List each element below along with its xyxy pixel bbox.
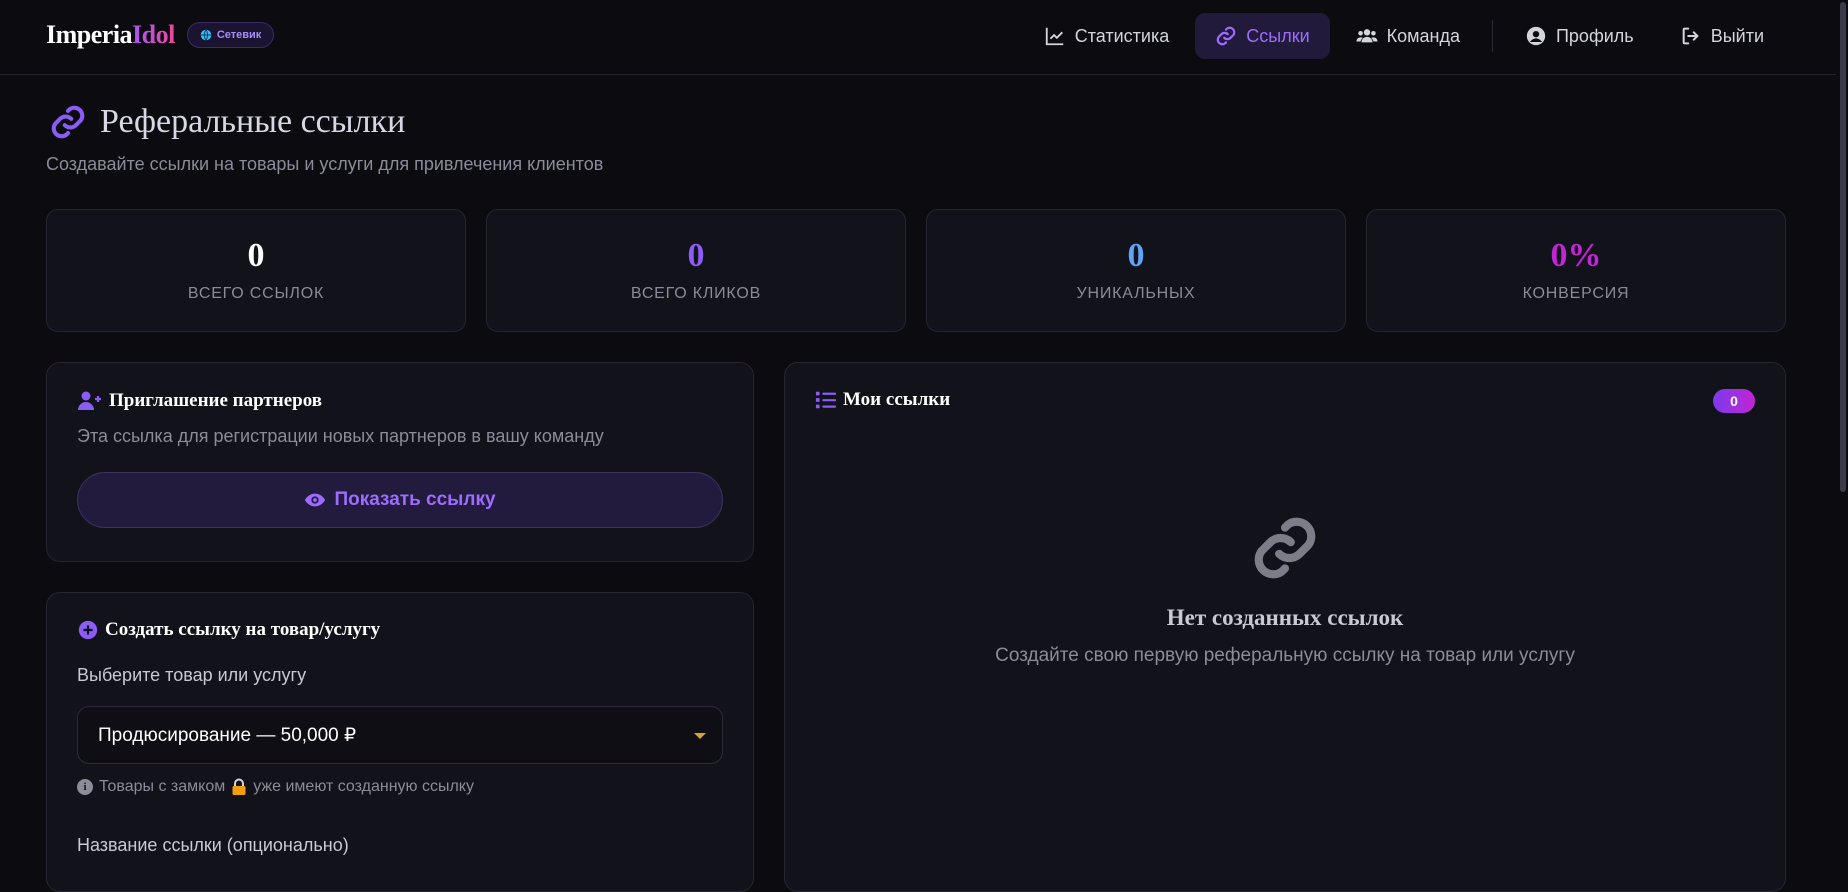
nav-label-profile: Профиль xyxy=(1555,25,1634,46)
link-name-label: Название ссылки (опционально) xyxy=(77,835,349,855)
show-link-button[interactable]: Показать ссылку xyxy=(77,472,723,528)
create-link-card: Создать ссылку на товар/услугу Выберите … xyxy=(46,592,754,892)
page-title-text: Реферальные ссылки xyxy=(100,103,406,140)
sign-out-icon xyxy=(1682,27,1699,45)
stat-value: 0 xyxy=(687,237,705,274)
nav-label-logout: Выйти xyxy=(1710,25,1764,46)
invite-card-title-text: Приглашение партнеров xyxy=(109,390,322,411)
brand-name-part2: Idol xyxy=(132,20,175,49)
nav-item-links[interactable]: Ссылки xyxy=(1195,13,1330,59)
stat-label: ВСЕГО КЛИКОВ xyxy=(630,285,762,302)
nav-item-logout[interactable]: Выйти xyxy=(1660,13,1784,59)
stat-card-total-links: 0 ВСЕГО ССЫЛОК xyxy=(46,209,466,332)
page-scrollbar[interactable] xyxy=(1836,0,1848,871)
nav-label-links: Ссылки xyxy=(1246,25,1310,46)
list-icon xyxy=(815,391,837,409)
link-icon xyxy=(51,105,85,139)
nav-label-stats: Статистика xyxy=(1074,25,1170,46)
invite-card-text: Эта ссылка для регистрации новых партнер… xyxy=(77,426,604,446)
invite-card-title: Приглашение партнеров xyxy=(77,389,322,413)
nav-item-stats[interactable]: Статистика xyxy=(1024,13,1190,59)
stat-card-conversion: 0% КОНВЕРСИЯ xyxy=(1366,209,1786,332)
role-badge: Сетевик xyxy=(186,22,275,48)
lock-icon xyxy=(232,778,246,795)
product-select-value: Продюсирование — 50,000 ₽ xyxy=(98,724,357,746)
my-links-card: Мои ссылки 0 Нет созданных ссылок Создай… xyxy=(784,362,1786,892)
lock-hint: i Товары с замком уже имеют созданную сс… xyxy=(77,778,474,796)
nav-label-team: Команда xyxy=(1386,25,1460,46)
stat-value: 0 xyxy=(247,237,265,274)
stat-value: 0 xyxy=(1127,237,1145,274)
show-link-button-label: Показать ссылку xyxy=(334,489,496,510)
stat-label: ВСЕГО ССЫЛОК xyxy=(187,285,325,302)
empty-state-text: Создайте свою первую реферальную ссылку … xyxy=(995,645,1575,666)
scrollbar-thumb[interactable] xyxy=(1840,2,1846,492)
page-title: Реферальные ссылки xyxy=(46,103,405,141)
link-icon xyxy=(1216,26,1236,46)
stat-value: 0% xyxy=(1550,237,1602,274)
create-card-title: Создать ссылку на товар/услугу xyxy=(77,619,380,641)
stat-label: УНИКАЛЬНЫХ xyxy=(1076,285,1196,302)
user-plus-icon xyxy=(78,391,101,410)
users-icon xyxy=(1356,29,1378,43)
eye-icon xyxy=(305,493,326,507)
create-card-title-text: Создать ссылку на товар/услугу xyxy=(105,619,381,640)
links-count-badge: 0 xyxy=(1713,389,1755,413)
main-nav: Статистика Ссылки Команда Профиль Выйти xyxy=(1024,13,1784,59)
lock-hint-text-after: уже имеют созданную ссылку xyxy=(253,778,474,795)
my-links-title-text: Мои ссылки xyxy=(843,389,951,410)
role-badge-label: Сетевик xyxy=(216,29,262,41)
caret-down-icon xyxy=(694,733,706,739)
info-icon: i xyxy=(77,779,93,795)
product-select[interactable]: Продюсирование — 50,000 ₽ xyxy=(77,706,723,764)
nav-divider xyxy=(1491,20,1493,52)
plus-circle-icon xyxy=(78,620,98,640)
stat-card-total-clicks: 0 ВСЕГО КЛИКОВ xyxy=(486,209,906,332)
page-subtitle: Создавайте ссылки на товары и услуги для… xyxy=(46,154,604,174)
lock-hint-text-before: Товары с замком xyxy=(99,778,226,795)
chart-line-icon xyxy=(1045,27,1063,46)
select-product-label: Выберите товар или услугу xyxy=(77,665,307,685)
nav-item-profile[interactable]: Профиль xyxy=(1505,13,1654,59)
my-links-title: Мои ссылки xyxy=(815,389,950,411)
brand-logo[interactable]: ImperiaIdol xyxy=(46,20,175,50)
invite-partners-card: Приглашение партнеров Эта ссылка для рег… xyxy=(46,362,754,562)
nav-item-team[interactable]: Команда xyxy=(1336,13,1480,59)
empty-state-title: Нет созданных ссылок xyxy=(1166,605,1404,630)
brand[interactable]: ImperiaIdol Сетевик xyxy=(46,20,275,50)
brand-name-part1: Imperia xyxy=(46,20,133,49)
link-icon xyxy=(1254,517,1316,579)
top-header: ImperiaIdol Сетевик Статистика Ссылки Ко… xyxy=(0,0,1848,75)
stat-label: КОНВЕРСИЯ xyxy=(1522,285,1630,302)
stat-card-unique: 0 УНИКАЛЬНЫХ xyxy=(926,209,1346,332)
globe-icon xyxy=(200,29,212,41)
user-circle-icon xyxy=(1526,26,1546,46)
